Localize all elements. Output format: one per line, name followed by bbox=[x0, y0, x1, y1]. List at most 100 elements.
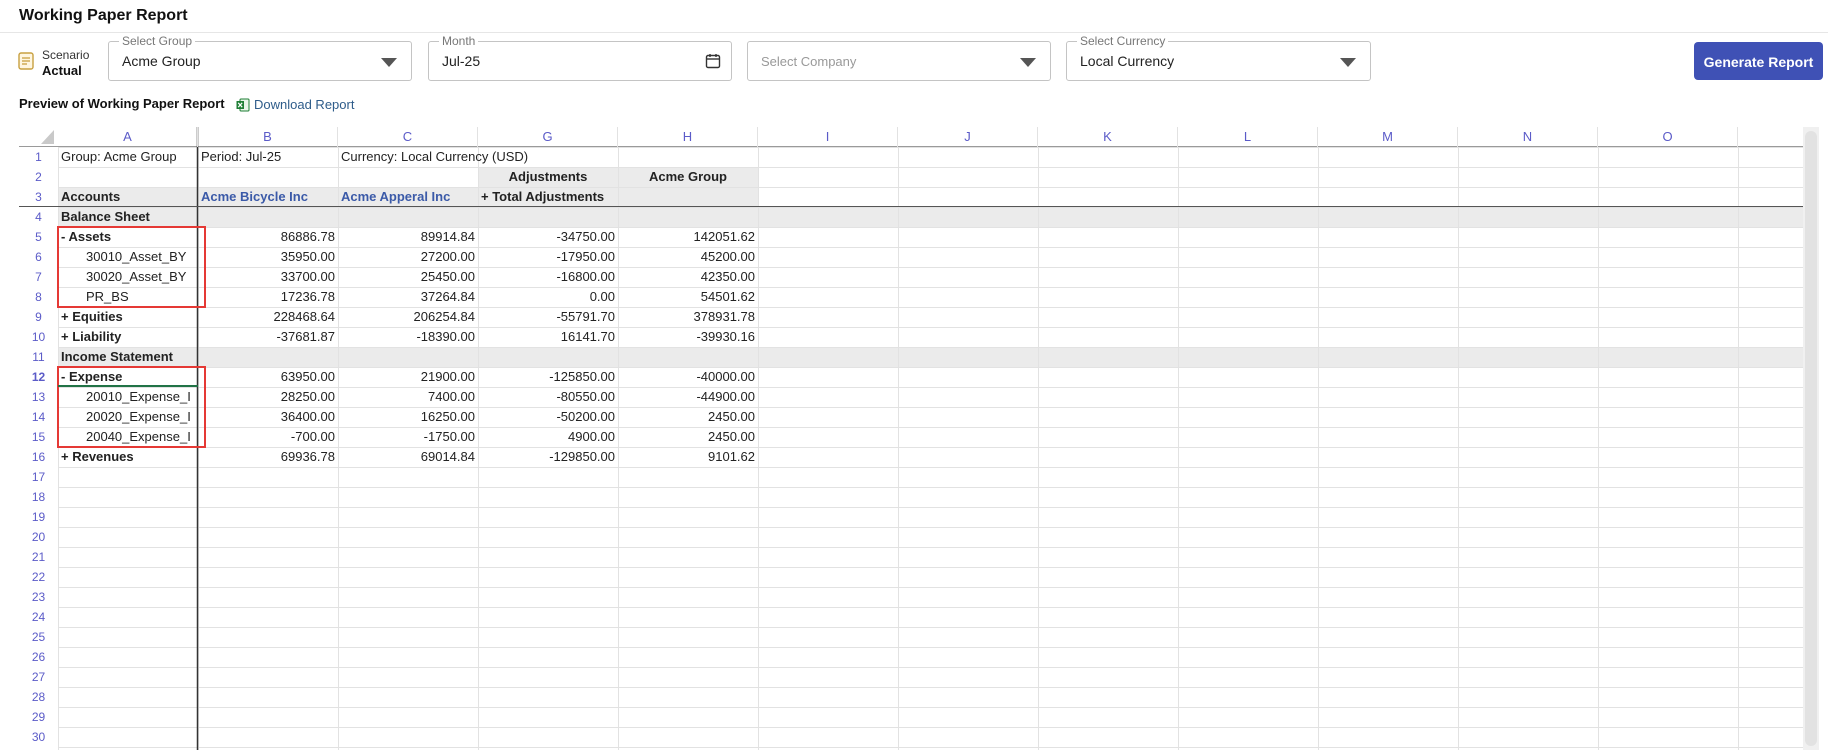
cell-value[interactable]: 2450.00 bbox=[618, 407, 758, 427]
cell-value[interactable]: 0.00 bbox=[478, 287, 618, 307]
row-header[interactable]: 21 bbox=[19, 547, 58, 567]
row-header[interactable]: 8 bbox=[19, 287, 58, 307]
cell-section-label[interactable]: Balance Sheet bbox=[58, 207, 198, 227]
row-header[interactable]: 22 bbox=[19, 567, 58, 587]
company-select[interactable]: Select Company bbox=[747, 41, 1051, 81]
cell-value[interactable]: -1750.00 bbox=[338, 427, 478, 447]
column-header-i[interactable]: I bbox=[758, 127, 898, 147]
row-header[interactable]: 2 bbox=[19, 167, 58, 187]
cell-value[interactable]: 7400.00 bbox=[338, 387, 478, 407]
column-header-j[interactable]: J bbox=[898, 127, 1038, 147]
column-header-h[interactable]: H bbox=[618, 127, 758, 147]
cell-value[interactable]: 69936.78 bbox=[198, 447, 338, 467]
spreadsheet-preview[interactable]: A B C G H I J K L M N O 1 2 3 4 5 6 7 8 9 10 11 12 13 14 15 16 17 18 1… bbox=[19, 127, 1803, 750]
cell-acme-group-header[interactable]: Acme Group bbox=[618, 167, 758, 187]
cell-value[interactable]: -50200.00 bbox=[478, 407, 618, 427]
cell-value[interactable]: 86886.78 bbox=[198, 227, 338, 247]
cell-value[interactable]: 2450.00 bbox=[618, 427, 758, 447]
cell-value[interactable]: -16800.00 bbox=[478, 267, 618, 287]
row-header[interactable]: 5 bbox=[19, 227, 58, 247]
row-header[interactable]: 25 bbox=[19, 627, 58, 647]
cell-value[interactable]: 33700.00 bbox=[198, 267, 338, 287]
row-header[interactable]: 18 bbox=[19, 487, 58, 507]
row-header[interactable]: 19 bbox=[19, 507, 58, 527]
row-header[interactable]: 17 bbox=[19, 467, 58, 487]
row-header[interactable]: 26 bbox=[19, 647, 58, 667]
cell-value[interactable]: 9101.62 bbox=[618, 447, 758, 467]
cell-value[interactable]: 54501.62 bbox=[618, 287, 758, 307]
cell-value[interactable]: 63950.00 bbox=[198, 367, 338, 387]
cell-value[interactable]: 228468.64 bbox=[198, 307, 338, 327]
cell-value[interactable]: 27200.00 bbox=[338, 247, 478, 267]
cell-value[interactable]: 69014.84 bbox=[338, 447, 478, 467]
cell-total-adjustments-header[interactable]: + Total Adjustments bbox=[478, 187, 618, 207]
cell-value[interactable]: 16141.70 bbox=[478, 327, 618, 347]
column-header-c[interactable]: C bbox=[338, 127, 478, 147]
currency-select[interactable]: Select Currency Local Currency bbox=[1066, 34, 1371, 81]
cell-accounts-header[interactable]: Accounts bbox=[58, 187, 198, 207]
column-header-a[interactable]: A bbox=[58, 127, 198, 147]
column-header-n[interactable]: N bbox=[1458, 127, 1598, 147]
column-header-k[interactable]: K bbox=[1038, 127, 1178, 147]
cell-value[interactable]: -80550.00 bbox=[478, 387, 618, 407]
cell-value[interactable]: -40000.00 bbox=[618, 367, 758, 387]
cell-value[interactable]: 36400.00 bbox=[198, 407, 338, 427]
row-header[interactable]: 15 bbox=[19, 427, 58, 447]
column-header-g[interactable]: G bbox=[478, 127, 618, 147]
cell-value[interactable]: 16250.00 bbox=[338, 407, 478, 427]
row-header[interactable]: 13 bbox=[19, 387, 58, 407]
cell-value[interactable]: -37681.87 bbox=[198, 327, 338, 347]
cell-value[interactable]: 45200.00 bbox=[618, 247, 758, 267]
cell-period-info[interactable]: Period: Jul-25 bbox=[198, 147, 338, 167]
cell-value[interactable]: -17950.00 bbox=[478, 247, 618, 267]
generate-report-button[interactable]: Generate Report bbox=[1694, 42, 1823, 80]
cell-value[interactable]: 89914.84 bbox=[338, 227, 478, 247]
column-header-o[interactable]: O bbox=[1598, 127, 1738, 147]
cell-value[interactable]: 42350.00 bbox=[618, 267, 758, 287]
cell-value[interactable]: -55791.70 bbox=[478, 307, 618, 327]
cell-value[interactable]: -18390.00 bbox=[338, 327, 478, 347]
cell-value[interactable]: 21900.00 bbox=[338, 367, 478, 387]
row-header[interactable]: 4 bbox=[19, 207, 58, 227]
vertical-scrollbar[interactable] bbox=[1803, 127, 1819, 750]
row-header[interactable]: 12 bbox=[19, 367, 58, 387]
cell-value[interactable]: 37264.84 bbox=[338, 287, 478, 307]
cell-group-label[interactable]: + Liability bbox=[58, 327, 198, 347]
row-header[interactable]: 27 bbox=[19, 667, 58, 687]
cell-value[interactable]: 4900.00 bbox=[478, 427, 618, 447]
cell-group-info[interactable]: Group: Acme Group bbox=[58, 147, 198, 167]
cell-value[interactable]: -39930.16 bbox=[618, 327, 758, 347]
row-header[interactable]: 9 bbox=[19, 307, 58, 327]
column-header-b[interactable]: B bbox=[198, 127, 338, 147]
row-header[interactable]: 28 bbox=[19, 687, 58, 707]
calendar-icon[interactable] bbox=[705, 53, 721, 69]
cell-group-label[interactable]: + Revenues bbox=[58, 447, 198, 467]
row-header[interactable]: 16 bbox=[19, 447, 58, 467]
column-header-l[interactable]: L bbox=[1178, 127, 1318, 147]
month-picker[interactable]: Month Jul-25 bbox=[428, 34, 732, 81]
column-header-m[interactable]: M bbox=[1318, 127, 1458, 147]
row-header[interactable]: 10 bbox=[19, 327, 58, 347]
cell-value[interactable]: -700.00 bbox=[198, 427, 338, 447]
cell-section-label[interactable]: Income Statement bbox=[58, 347, 198, 367]
cell-value[interactable]: 28250.00 bbox=[198, 387, 338, 407]
row-header[interactable]: 7 bbox=[19, 267, 58, 287]
select-all-corner[interactable] bbox=[41, 130, 54, 144]
cell-value[interactable]: -125850.00 bbox=[478, 367, 618, 387]
cell-value[interactable]: 378931.78 bbox=[618, 307, 758, 327]
scrollbar-thumb[interactable] bbox=[1805, 131, 1817, 746]
cell-company-header[interactable]: Acme Bicycle Inc bbox=[198, 187, 338, 207]
group-select[interactable]: Select Group Acme Group bbox=[108, 34, 412, 81]
row-header[interactable]: 6 bbox=[19, 247, 58, 267]
cell-adjustments-header[interactable]: Adjustments bbox=[478, 167, 618, 187]
row-header[interactable]: 24 bbox=[19, 607, 58, 627]
row-header[interactable]: 23 bbox=[19, 587, 58, 607]
row-header[interactable]: 1 bbox=[19, 147, 58, 167]
cell-value[interactable]: 35950.00 bbox=[198, 247, 338, 267]
cell-value[interactable]: -34750.00 bbox=[478, 227, 618, 247]
cell-value[interactable]: -129850.00 bbox=[478, 447, 618, 467]
cell-value[interactable]: 17236.78 bbox=[198, 287, 338, 307]
cell-value[interactable]: 206254.84 bbox=[338, 307, 478, 327]
cell-currency-info[interactable]: Currency: Local Currency (USD) bbox=[338, 147, 618, 167]
download-report-link[interactable]: Download Report bbox=[236, 97, 354, 112]
